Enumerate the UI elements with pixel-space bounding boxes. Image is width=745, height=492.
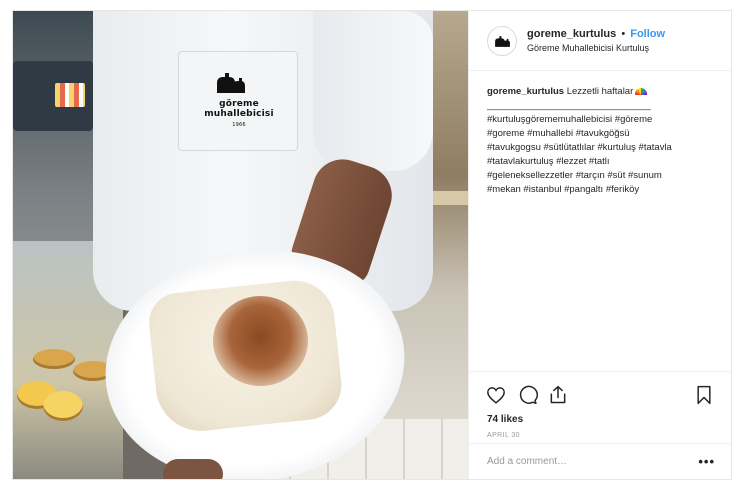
hashtag-line[interactable]: #kurtuluşgörememuhallebicisi #göreme: [487, 113, 715, 127]
comment-input[interactable]: [487, 456, 699, 467]
caption-divider: _______________________________: [487, 100, 651, 111]
post-photo[interactable]: göreme muhallebicisi 1966: [13, 11, 468, 479]
hashtag-line[interactable]: #mekan #istanbul #pangaltı #feriköy: [487, 183, 715, 197]
likes-count[interactable]: 74 likes: [487, 414, 523, 425]
header-text: goreme_kurtulus • Follow Göreme Muhalleb…: [527, 27, 665, 54]
share-button[interactable]: [547, 384, 569, 406]
hashtag-line[interactable]: #goreme #muhallebi #tavukgöğsü: [487, 127, 715, 141]
more-options-icon[interactable]: •••: [698, 454, 715, 469]
share-icon: [550, 385, 566, 404]
caption-text: Lezzetli haftalar: [566, 86, 634, 97]
header-row: goreme_kurtulus • Follow: [527, 27, 665, 42]
background-scale: [13, 61, 93, 131]
save-button[interactable]: [693, 384, 715, 406]
pocket-brand-text: göreme muhallebicisi 1966: [183, 99, 295, 129]
comment-button[interactable]: [517, 384, 539, 406]
comment-icon: [519, 385, 538, 405]
brand-logo-icon: [217, 73, 245, 93]
hashtag-line[interactable]: #geleneksellezzetler #tarçın #süt #sunum: [487, 169, 715, 183]
follow-button[interactable]: Follow: [630, 28, 665, 40]
hashtag-line[interactable]: #tavukgogsu #sütlütatlılar #kurtuluş #ta…: [487, 141, 715, 155]
action-icons: [485, 384, 717, 406]
avatar[interactable]: [487, 25, 517, 56]
rainbow-icon: [635, 88, 648, 95]
like-button[interactable]: [485, 384, 507, 406]
hand: [163, 459, 223, 479]
heart-icon: [487, 387, 505, 404]
separator-dot: •: [621, 28, 626, 40]
caption-first-line: goreme_kurtulus Lezzetli haftalar: [487, 85, 715, 99]
hashtag-line[interactable]: #tatavlakurtuluş #lezzet #tatlı: [487, 155, 715, 169]
brand-logo-icon: [495, 35, 510, 47]
post-card: göreme muhallebicisi 1966 goreme_kurtulu…: [12, 10, 732, 480]
post-header: goreme_kurtulus • Follow Göreme Muhalleb…: [469, 11, 731, 71]
cinnamon-topping: [213, 296, 308, 386]
post-date[interactable]: APRIL 30: [487, 432, 520, 439]
post-caption: goreme_kurtulus Lezzetli haftalar ______…: [487, 85, 715, 197]
pocket-brand-year: 1966: [232, 122, 246, 128]
chef-sleeve: [313, 11, 433, 171]
post-actions: 74 likes APRIL 30: [469, 371, 731, 443]
bookmark-icon: [697, 385, 711, 405]
username-link[interactable]: goreme_kurtulus: [527, 28, 616, 40]
post-sidebar: goreme_kurtulus • Follow Göreme Muhalleb…: [468, 11, 731, 479]
location-link[interactable]: Göreme Muhallebicisi Kurtuluş: [527, 42, 665, 54]
caption-username-link[interactable]: goreme_kurtulus: [487, 86, 564, 97]
comment-bar: •••: [469, 443, 731, 479]
pocket-brand-name: göreme muhallebicisi: [204, 99, 274, 119]
